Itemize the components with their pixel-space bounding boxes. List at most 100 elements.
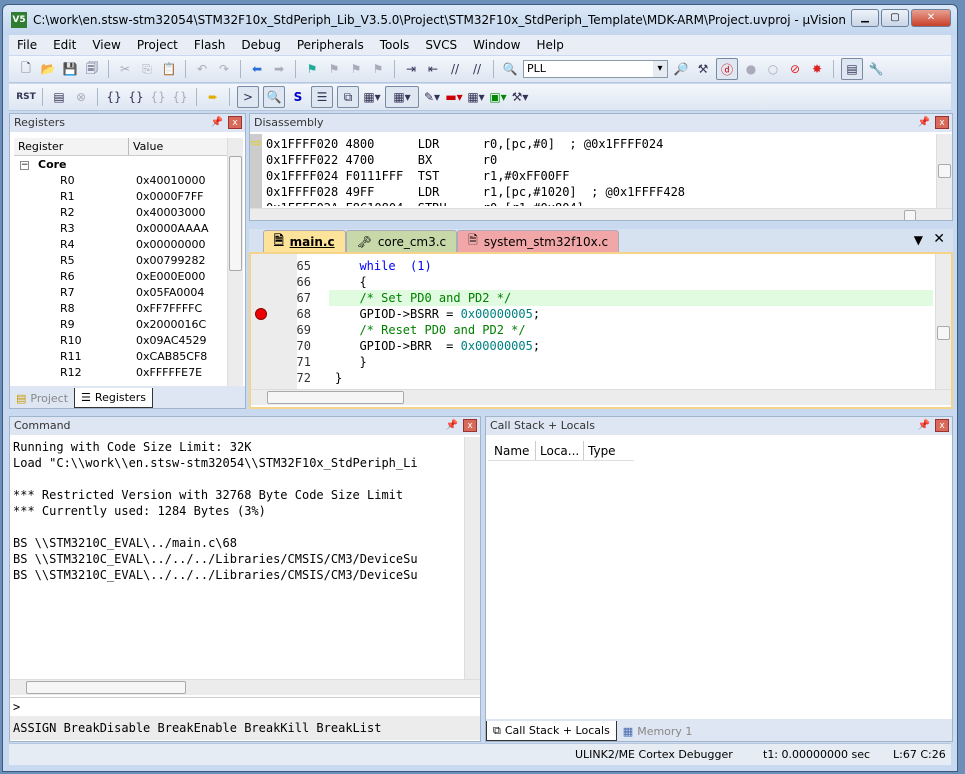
paste-icon[interactable]: 📋 xyxy=(160,60,178,78)
code-line[interactable]: 66 { xyxy=(251,274,933,290)
disassembly-hscroll[interactable] xyxy=(250,208,952,220)
tab-project[interactable]: ▤ Project xyxy=(10,388,74,408)
close-icon[interactable]: x xyxy=(935,116,949,129)
watch-windows-icon[interactable]: ▦▾ xyxy=(363,88,381,106)
register-row[interactable]: R0 0x40010000 xyxy=(14,174,229,190)
tab-core-cm3-c[interactable]: 🗝 core_cm3.c xyxy=(345,230,458,252)
minimize-button[interactable]: ▁ xyxy=(851,9,879,27)
code-line[interactable]: 67 /* Set PD0 and PD2 */ xyxy=(297,290,933,306)
disassembly-line[interactable]: 0x1FFFF024 F0111FFF TST r1,#0xFF00FF xyxy=(266,168,569,184)
register-row[interactable]: R4 0x00000000 xyxy=(14,238,229,254)
column-value[interactable]: Value xyxy=(129,138,236,155)
incremental-find-icon[interactable]: ⚒ xyxy=(694,60,712,78)
menu-help[interactable]: Help xyxy=(528,38,571,52)
pin-icon[interactable]: 📌 xyxy=(918,417,930,435)
code-line[interactable]: 71 } xyxy=(251,354,933,370)
cut-icon[interactable]: ✂ xyxy=(116,60,134,78)
uncomment-icon[interactable]: // xyxy=(468,60,486,78)
register-row[interactable]: R1 0x0000F7FF xyxy=(14,190,229,206)
tab-list-dropdown-icon[interactable]: ▼ xyxy=(914,233,923,247)
menu-edit[interactable]: Edit xyxy=(45,38,84,52)
stop-icon[interactable]: ⊗ xyxy=(72,88,90,106)
pin-icon[interactable]: 📌 xyxy=(211,114,223,132)
register-row[interactable]: R12 0xFFFFFE7E xyxy=(14,366,229,382)
find-icon[interactable]: 🔎 xyxy=(672,60,690,78)
show-next-statement-icon[interactable]: ➨ xyxy=(204,88,222,106)
menu-tools[interactable]: Tools xyxy=(372,38,418,52)
register-row[interactable]: R10 0x09AC4529 xyxy=(14,334,229,350)
register-row[interactable]: R7 0x05FA0004 xyxy=(14,286,229,302)
step-over-icon[interactable]: {} xyxy=(127,88,145,106)
unindent-icon[interactable]: ⇤ xyxy=(424,60,442,78)
register-row[interactable]: R5 0x00799282 xyxy=(14,254,229,270)
register-row[interactable]: R11 0xCAB85CF8 xyxy=(14,350,229,366)
close-icon[interactable]: x xyxy=(935,419,949,432)
bookmark-icon[interactable]: ⚑ xyxy=(303,60,321,78)
code-line[interactable]: 65 while (1) xyxy=(251,258,933,274)
tab-main-c[interactable]: 🗎 main.c xyxy=(263,230,346,252)
editor-hscroll[interactable] xyxy=(251,389,951,405)
code-line[interactable]: 68 GPIOD->BSRR = 0x00000005; xyxy=(251,306,933,322)
debug-session-icon[interactable]: ⓓ xyxy=(716,58,738,80)
step-into-icon[interactable]: {} xyxy=(105,88,123,106)
target-combo[interactable]: PLL xyxy=(523,60,668,78)
column-location[interactable]: Loca... xyxy=(536,441,584,460)
trace-windows-icon[interactable]: ▦▾ xyxy=(467,88,485,106)
close-tab-icon[interactable]: ✕ xyxy=(933,231,945,247)
system-viewer-icon[interactable]: ▣▾ xyxy=(489,88,507,106)
close-icon[interactable]: x xyxy=(463,419,477,432)
command-vscroll[interactable] xyxy=(464,437,480,679)
command-window-icon[interactable]: > xyxy=(237,86,259,108)
menu-file[interactable]: File xyxy=(9,38,45,52)
collapse-icon[interactable]: − xyxy=(20,161,29,170)
close-icon[interactable]: x xyxy=(228,116,242,129)
close-button[interactable]: ✕ xyxy=(911,9,951,27)
register-row[interactable]: R9 0x2000016C xyxy=(14,318,229,334)
command-input[interactable]: > xyxy=(10,697,480,715)
menu-svcs[interactable]: SVCS xyxy=(417,38,465,52)
indent-icon[interactable]: ⇥ xyxy=(402,60,420,78)
save-all-icon[interactable]: 🗐 xyxy=(83,60,101,78)
menu-debug[interactable]: Debug xyxy=(233,38,288,52)
disassembly-line[interactable]: 0x1FFFF028 49FF LDR r1,[pc,#1020] ; @0x1… xyxy=(266,184,685,200)
code-line[interactable]: 72} xyxy=(251,370,933,386)
step-out-icon[interactable]: {} xyxy=(149,88,167,106)
serial-windows-icon[interactable]: ✎▾ xyxy=(423,88,441,106)
pin-icon[interactable]: 📌 xyxy=(918,114,930,132)
run-icon[interactable]: ▤ xyxy=(50,88,68,106)
enable-breakpoint-icon[interactable]: ○ xyxy=(764,60,782,78)
comment-icon[interactable]: // xyxy=(446,60,464,78)
disassembly-window-icon[interactable]: 🔍 xyxy=(263,86,285,108)
undo-icon[interactable]: ↶ xyxy=(193,60,211,78)
find-in-files-icon[interactable]: 🔍 xyxy=(501,60,519,78)
copy-icon[interactable]: ⎘ xyxy=(138,60,156,78)
maximize-button[interactable]: ▢ xyxy=(881,9,909,27)
tab-registers[interactable]: ☰ Registers xyxy=(74,388,153,408)
pin-icon[interactable]: 📌 xyxy=(446,417,458,435)
tab-memory-1[interactable]: ▦ Memory 1 xyxy=(617,721,699,741)
disassembly-vscroll[interactable] xyxy=(936,134,952,208)
code-line[interactable]: 70 GPIOD->BRR = 0x00000005; xyxy=(251,338,933,354)
code-line[interactable]: 69 /* Reset PD0 and PD2 */ xyxy=(251,322,933,338)
column-name[interactable]: Name xyxy=(488,441,536,460)
menu-window[interactable]: Window xyxy=(465,38,528,52)
analysis-windows-icon[interactable]: ▬▾ xyxy=(445,88,463,106)
column-register[interactable]: Register xyxy=(14,138,129,155)
clear-bookmarks-icon[interactable]: ⚑ xyxy=(369,60,387,78)
run-to-cursor-icon[interactable]: {} xyxy=(171,88,189,106)
insert-breakpoint-icon[interactable]: ● xyxy=(742,60,760,78)
toolbox-icon[interactable]: ⚒▾ xyxy=(511,88,529,106)
registers-window-icon[interactable]: ☰ xyxy=(311,86,333,108)
window-layout-icon[interactable]: ▤ xyxy=(841,58,863,80)
register-row[interactable]: R3 0x0000AAAA xyxy=(14,222,229,238)
menu-peripherals[interactable]: Peripherals xyxy=(289,38,372,52)
register-row[interactable]: R8 0xFF7FFFFC xyxy=(14,302,229,318)
code-editor[interactable]: 65 while (1) 66 {67 /* Set PD0 and PD2 */… xyxy=(249,252,953,409)
menu-project[interactable]: Project xyxy=(129,38,186,52)
tab-system-stm32f10x-c[interactable]: 🗎 system_stm32f10x.c xyxy=(457,230,620,252)
disassembly-line[interactable]: 0x1FFFF020 4800 LDR r0,[pc,#0] ; @0x1FFF… xyxy=(266,136,663,152)
menu-view[interactable]: View xyxy=(84,38,128,52)
column-type[interactable]: Type xyxy=(584,441,634,460)
menu-flash[interactable]: Flash xyxy=(186,38,233,52)
disable-breakpoints-icon[interactable]: ⊘ xyxy=(786,60,804,78)
